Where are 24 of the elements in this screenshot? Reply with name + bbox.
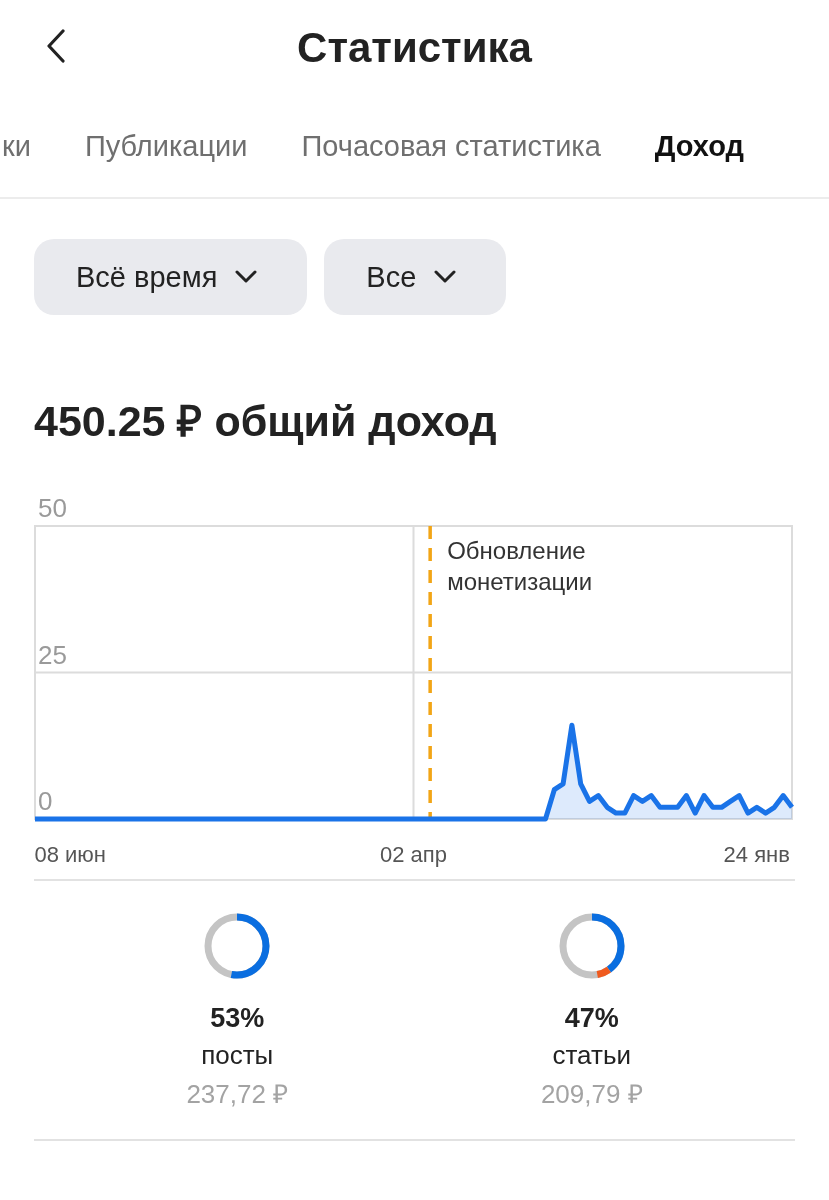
page-title: Статистика <box>297 23 532 72</box>
tab[interactable]: Публикации <box>84 129 248 163</box>
stat-amount: 237,72 ₽ <box>186 1078 289 1111</box>
stat-label: посты <box>201 1040 274 1071</box>
total-income: 450.25 ₽ общий доход <box>34 396 498 447</box>
back-icon[interactable] <box>46 29 66 63</box>
tab[interactable]: Доход <box>654 129 744 163</box>
x-axis-label: 02 апр <box>380 842 447 867</box>
tab[interactable]: ки <box>2 129 31 163</box>
percent-value: 47% <box>564 1003 619 1034</box>
stat-label: статьи <box>552 1040 631 1071</box>
chevron-down-icon <box>235 270 258 284</box>
y-axis-label: 0 <box>38 786 53 816</box>
x-axis-label: 24 янв <box>723 842 790 867</box>
filter-dropdown[interactable]: Всё время <box>34 239 308 315</box>
filter-dropdown[interactable]: Все <box>324 239 507 315</box>
y-axis-label: 50 <box>38 493 67 523</box>
annotation-label: Обновление монетизации <box>447 537 593 595</box>
x-axis-label: 08 июн <box>34 842 106 867</box>
stat-amount: 209,79 ₽ <box>540 1078 643 1111</box>
percent-value: 53% <box>210 1003 265 1034</box>
y-axis-label: 25 <box>38 639 67 670</box>
tab[interactable]: Почасовая статистика <box>301 129 601 163</box>
chevron-down-icon <box>434 270 457 284</box>
